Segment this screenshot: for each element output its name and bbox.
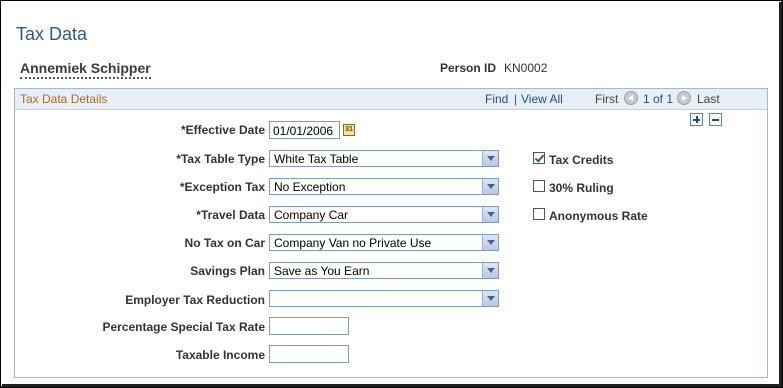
tax-credits-checkbox[interactable] (533, 152, 545, 164)
employer-tax-reduction-select[interactable] (269, 290, 499, 307)
ruling-30-label: 30% Ruling (549, 181, 614, 195)
frame-shadow-right (779, 2, 782, 387)
effective-date-field[interactable]: 01/01/2006 (269, 121, 340, 139)
row-counter: 1 of 1 (643, 92, 674, 106)
group-title: Tax Data Details (20, 92, 108, 106)
person-id-label: Person ID (440, 61, 497, 75)
delete-row-icon[interactable] (709, 113, 722, 126)
nav-separator: | (514, 92, 518, 106)
page-title: Tax Data (16, 24, 88, 44)
chevron-down-icon[interactable] (482, 179, 498, 194)
no-tax-on-car-label: No Tax on Car (184, 236, 265, 250)
chevron-down-icon[interactable] (482, 291, 498, 306)
savings-plan-value: Save as You Earn (274, 264, 370, 278)
employer-tax-reduction-label: Employer Tax Reduction (125, 293, 265, 307)
ruling-30-checkbox[interactable] (533, 180, 545, 192)
find-link[interactable]: Find (485, 92, 508, 106)
anonymous-rate-checkbox[interactable] (533, 208, 545, 220)
chevron-down-icon[interactable] (482, 151, 498, 166)
person-id-value: KN0002 (504, 61, 548, 75)
travel-data-value: Company Car (274, 208, 349, 222)
arrow-right-icon[interactable] (677, 91, 691, 105)
add-row-icon[interactable] (690, 113, 703, 126)
last-label: Last (697, 92, 720, 106)
tax-table-type-value: White Tax Table (274, 152, 359, 166)
person-name: Annemiek Schipper (20, 60, 151, 79)
savings-plan-select[interactable]: Save as You Earn (269, 262, 499, 279)
exception-tax-label: *Exception Tax (179, 180, 265, 194)
frame-shadow-bottom (2, 384, 782, 387)
effective-date-value: 01/01/2006 (273, 124, 334, 138)
exception-tax-value: No Exception (274, 180, 346, 194)
calendar-icon[interactable]: 31 (343, 124, 355, 136)
tax-table-type-select[interactable]: White Tax Table (269, 150, 499, 167)
tax-credits-label: Tax Credits (549, 153, 614, 167)
chevron-down-icon[interactable] (482, 235, 498, 250)
first-label: First (595, 92, 619, 106)
no-tax-on-car-select[interactable]: Company Van no Private Use (269, 234, 499, 251)
no-tax-on-car-value: Company Van no Private Use (274, 236, 432, 250)
tax-data-details-group: Tax Data Details Find | View All First 1… (14, 88, 768, 378)
anonymous-rate-label: Anonymous Rate (549, 209, 648, 223)
taxable-income-label: Taxable Income (175, 348, 265, 362)
exception-tax-select[interactable]: No Exception (269, 178, 499, 195)
arrow-left-icon[interactable] (624, 91, 638, 105)
group-header: Tax Data Details Find | View All First 1… (15, 89, 767, 110)
effective-date-label: *Effective Date (180, 123, 265, 137)
savings-plan-label: Savings Plan (190, 264, 265, 278)
travel-data-label: *Travel Data (196, 208, 265, 222)
tax-table-type-label: *Tax Table Type (176, 152, 265, 166)
percentage-special-tax-rate-label: Percentage Special Tax Rate (102, 320, 265, 334)
percentage-special-tax-rate-field[interactable] (269, 317, 349, 335)
view-all-link[interactable]: View All (521, 92, 563, 106)
taxable-income-field[interactable] (269, 345, 349, 363)
travel-data-select[interactable]: Company Car (269, 206, 499, 223)
chevron-down-icon[interactable] (482, 207, 498, 222)
chevron-down-icon[interactable] (482, 263, 498, 278)
